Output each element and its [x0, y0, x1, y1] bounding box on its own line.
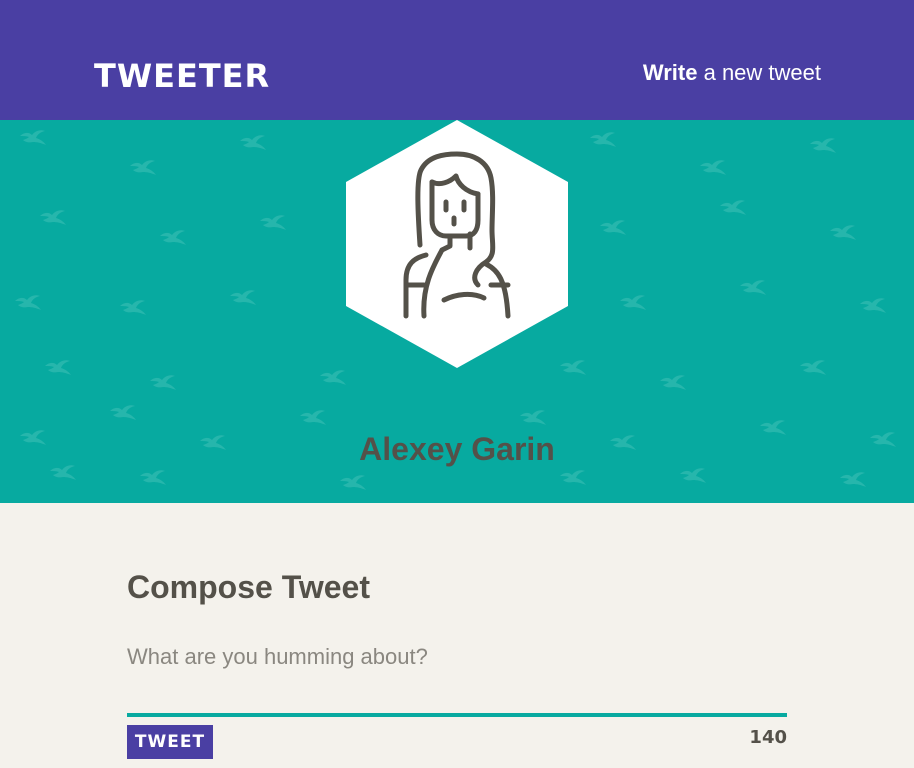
profile-banner: Alexey Garin — [0, 120, 914, 503]
avatar — [346, 120, 568, 368]
write-new-tweet-link[interactable]: Write a new tweet — [643, 58, 821, 88]
character-counter: 140 — [749, 727, 787, 748]
write-link-rest: a new tweet — [697, 60, 821, 85]
tweet-button[interactable]: TWEET — [127, 725, 213, 759]
site-logo[interactable]: TWEETER — [94, 57, 270, 95]
tweet-input[interactable] — [127, 639, 787, 675]
compose-section: Compose Tweet TWEET 140 — [127, 503, 787, 768]
input-underline — [127, 713, 787, 717]
profile-name: Alexey Garin — [359, 431, 555, 467]
user-avatar-icon — [346, 120, 568, 368]
compose-title: Compose Tweet — [127, 569, 370, 605]
write-link-bold: Write — [642, 60, 698, 85]
top-nav: TWEETER Write a new tweet — [0, 0, 914, 120]
